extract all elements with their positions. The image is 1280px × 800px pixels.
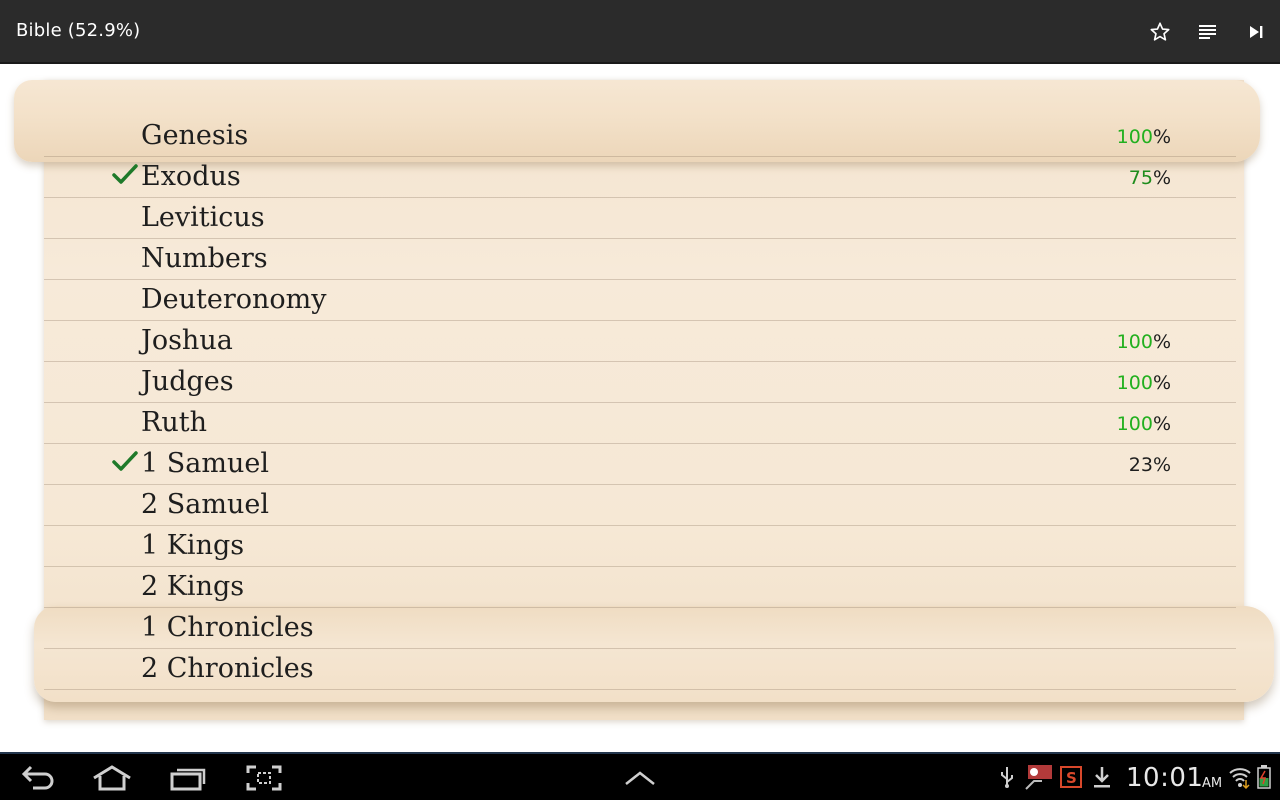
book-row[interactable]: Judges 100% [44, 362, 1236, 403]
home-button[interactable] [88, 762, 136, 794]
book-progress: 100% [1117, 362, 1171, 404]
book-row[interactable]: Ruth 100% [44, 403, 1236, 444]
book-name: 2 Kings [141, 571, 245, 602]
book-progress: 100% [1117, 116, 1171, 158]
home-icon [93, 765, 131, 791]
s-app-icon[interactable]: S [1060, 764, 1082, 790]
book-row[interactable]: 1 Kings [44, 526, 1236, 567]
recent-apps-button[interactable] [164, 762, 212, 794]
book-name: Deuteronomy [141, 284, 327, 315]
book-name: 1 Samuel [141, 448, 269, 479]
usb-icon [998, 764, 1016, 790]
checkmark-icon [112, 164, 138, 184]
book-name: Joshua [141, 325, 233, 356]
recent-apps-icon [170, 768, 206, 791]
percent-sign: % [1152, 413, 1171, 435]
star-icon [1150, 22, 1170, 41]
status-ampm: AM [1202, 776, 1223, 791]
list-icon [1199, 25, 1216, 39]
chevron-up-icon [625, 771, 655, 785]
book-row[interactable]: 1 Samuel 23% [44, 444, 1236, 485]
book-name: Genesis [141, 120, 249, 151]
progress-number: 100 [1116, 413, 1153, 435]
book-progress: 75% [1129, 157, 1171, 199]
book-progress: 100% [1117, 403, 1171, 445]
battery-icon [1256, 764, 1272, 790]
book-row[interactable]: 1 Chronicles [44, 608, 1236, 649]
status-clock: 10:01 [1126, 763, 1204, 793]
book-row[interactable]: 2 Kings [44, 567, 1236, 608]
percent-sign: % [1152, 372, 1171, 394]
progress-number: 75 [1128, 167, 1153, 189]
svg-text:S: S [1066, 769, 1077, 787]
back-icon [21, 765, 54, 790]
page-title: Bible (52.9%) [16, 20, 141, 41]
contents-button[interactable] [1190, 14, 1226, 50]
book-row[interactable]: Deuteronomy [44, 280, 1236, 321]
progress-number: 100 [1116, 372, 1153, 394]
book-name: 1 Kings [141, 530, 245, 561]
percent-sign: % [1152, 167, 1171, 189]
progress-number: 100 [1116, 331, 1153, 353]
progress-number: 23 [1128, 454, 1153, 476]
book-name: 2 Chronicles [141, 653, 314, 684]
skip-next-icon [1250, 26, 1263, 38]
percent-sign: % [1152, 331, 1171, 353]
skip-next-button[interactable] [1238, 14, 1274, 50]
checkmark-icon [112, 451, 138, 471]
book-row[interactable]: Leviticus [44, 198, 1236, 239]
book-row[interactable]: 2 Samuel [44, 485, 1236, 526]
book-name: Numbers [141, 243, 268, 274]
book-name: 2 Samuel [141, 489, 269, 520]
book-name: 1 Chronicles [141, 612, 314, 643]
wifi-icon [1228, 764, 1252, 790]
notification-app-icon[interactable] [1022, 764, 1054, 790]
screenshot-button[interactable] [240, 762, 288, 794]
percent-sign: % [1152, 454, 1171, 476]
favorite-button[interactable] [1142, 14, 1178, 50]
action-bar: Bible (52.9%) [0, 0, 1280, 64]
scroll-area: Genesis 100% Exodus 75% Leviticus Numbers Deut… [0, 66, 1280, 752]
book-row[interactable]: Joshua 100% [44, 321, 1236, 362]
book-name: Ruth [141, 407, 207, 438]
book-list: Genesis 100% Exodus 75% Leviticus Numbers Deut… [44, 116, 1236, 690]
book-progress: 100% [1117, 321, 1171, 363]
book-row[interactable]: Genesis 100% [44, 116, 1236, 157]
back-button[interactable] [14, 762, 62, 794]
system-bar: S 10:01 AM [0, 752, 1280, 800]
book-row[interactable]: Exodus 75% [44, 157, 1236, 198]
percent-sign: % [1152, 126, 1171, 148]
screenshot-icon [246, 765, 282, 791]
book-row[interactable]: 2 Chronicles [44, 649, 1236, 690]
book-row[interactable]: Numbers [44, 239, 1236, 280]
download-icon [1092, 764, 1112, 790]
book-progress: 23% [1129, 444, 1171, 486]
progress-number: 100 [1116, 126, 1153, 148]
book-name: Leviticus [141, 202, 265, 233]
book-name: Exodus [141, 161, 241, 192]
app-drawer-button[interactable] [616, 762, 664, 794]
book-name: Judges [141, 366, 234, 397]
